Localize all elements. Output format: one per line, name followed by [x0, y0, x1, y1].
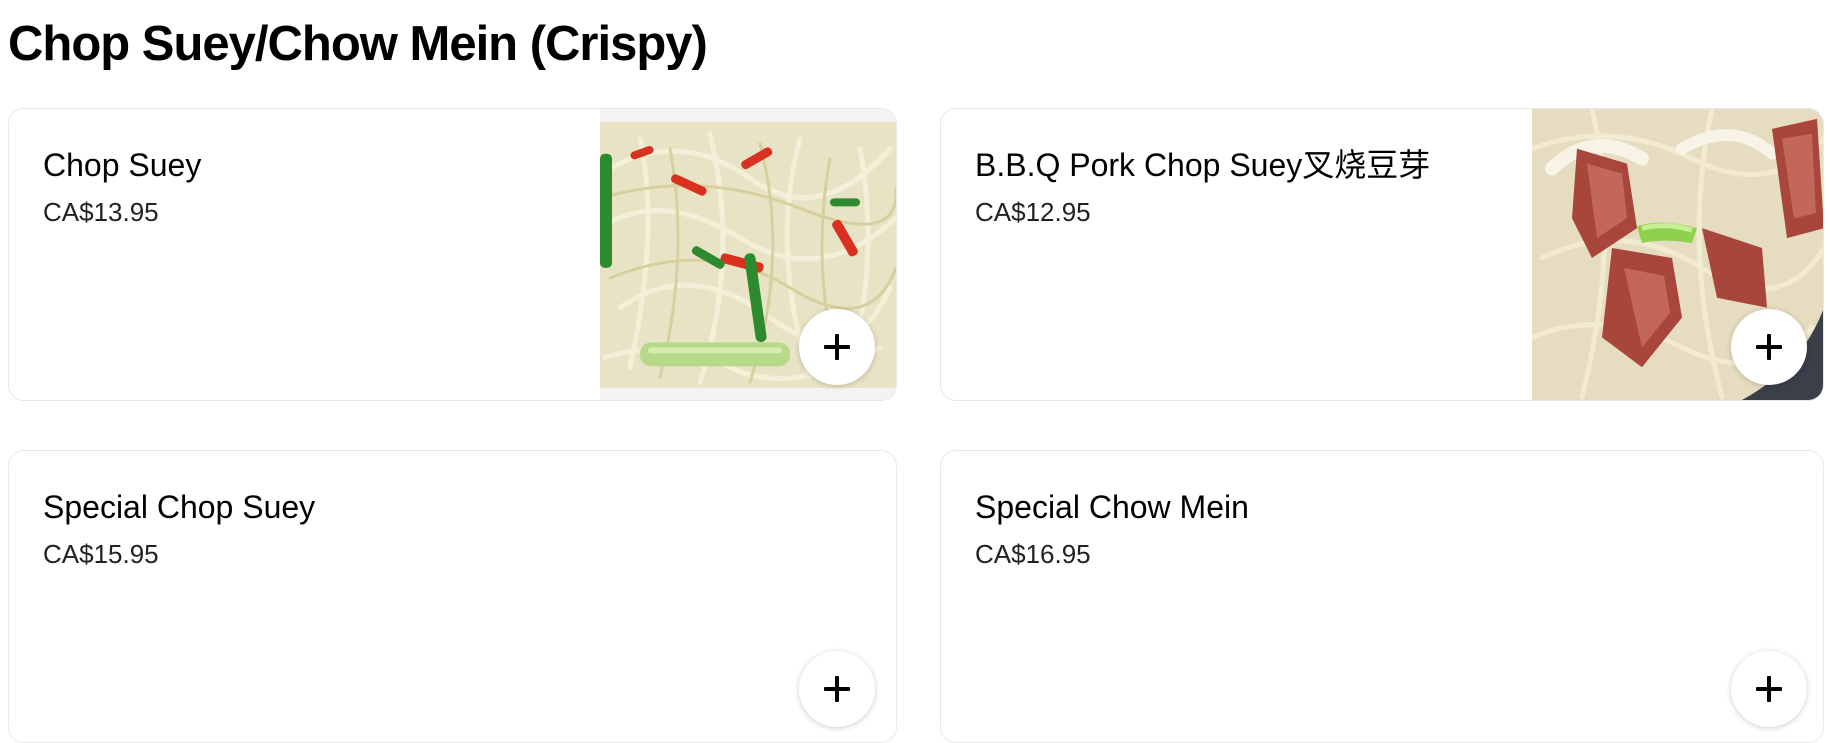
plus-icon — [1756, 676, 1782, 702]
menu-item-card[interactable]: Special Chop Suey CA$15.95 — [8, 450, 897, 743]
item-price: CA$12.95 — [975, 197, 1091, 227]
add-to-cart-button[interactable] — [1731, 651, 1807, 727]
item-name: Special Chow Mein — [975, 489, 1249, 525]
section-title: Chop Suey/Chow Mein (Crispy) — [8, 17, 708, 71]
menu-item-card[interactable]: B.B.Q Pork Chop Suey叉烧豆芽 CA$12.95 — [940, 108, 1824, 401]
menu-item-card[interactable]: Special Chow Mein CA$16.95 — [940, 450, 1824, 743]
item-name: B.B.Q Pork Chop Suey叉烧豆芽 — [975, 147, 1431, 183]
item-price: CA$13.95 — [43, 197, 159, 227]
menu-item-card[interactable]: Chop Suey CA$13.95 — [8, 108, 897, 401]
add-to-cart-button[interactable] — [1731, 309, 1807, 385]
add-to-cart-button[interactable] — [799, 309, 875, 385]
item-price: CA$16.95 — [975, 539, 1091, 569]
item-name: Special Chop Suey — [43, 489, 316, 525]
item-name: Chop Suey — [43, 147, 202, 183]
item-price: CA$15.95 — [43, 539, 159, 569]
add-to-cart-button[interactable] — [799, 651, 875, 727]
plus-icon — [824, 676, 850, 702]
plus-icon — [824, 334, 850, 360]
plus-icon — [1756, 334, 1782, 360]
